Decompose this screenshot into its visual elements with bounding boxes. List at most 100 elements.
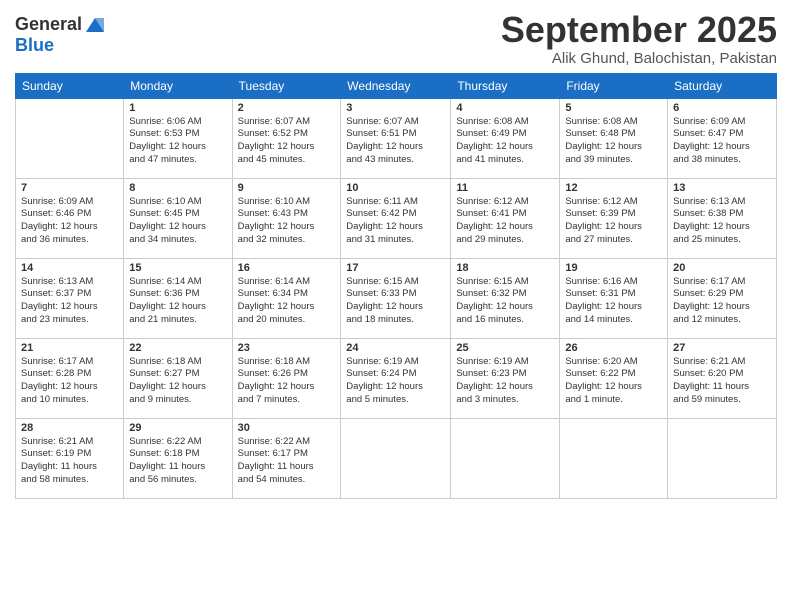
calendar-week-row: 14 Sunrise: 6:13 AMSunset: 6:37 PMDayligh… xyxy=(16,258,777,338)
day-info: Sunrise: 6:14 AMSunset: 6:34 PMDaylight:… xyxy=(238,276,336,327)
calendar-cell: 11Sunrise: 6:12 AMSunset: 6:41 PMDayligh… xyxy=(451,178,560,258)
day-info: Sunrise: 6:09 AMSunset: 6:46 PMDaylight:… xyxy=(21,196,118,247)
calendar-title: September 2025 xyxy=(501,10,777,50)
calendar-cell: 7 Sunrise: 6:09 AMSunset: 6:46 PMDaylight… xyxy=(16,178,124,258)
day-info: Sunrise: 6:07 AMSunset: 6:51 PMDaylight:… xyxy=(346,116,445,167)
day-info: Sunrise: 6:15 AMSunset: 6:33 PMDaylight:… xyxy=(346,276,445,327)
day-info: Sunrise: 6:17 AMSunset: 6:29 PMDaylight:… xyxy=(673,276,771,327)
day-number: 21 xyxy=(21,342,118,354)
calendar-cell: 17 Sunrise: 6:15 AMSunset: 6:33 PMDayligh… xyxy=(341,258,451,338)
page: General Blue September 2025 Alik Ghund, … xyxy=(0,0,792,612)
calendar-cell xyxy=(451,418,560,498)
calendar-week-row: 21 Sunrise: 6:17 AMSunset: 6:28 PMDayligh… xyxy=(16,338,777,418)
logo: General Blue xyxy=(15,14,106,56)
calendar-header-wednesday: Wednesday xyxy=(341,73,451,98)
day-info: Sunrise: 6:14 AMSunset: 6:36 PMDaylight:… xyxy=(129,276,226,327)
day-info: Sunrise: 6:13 AMSunset: 6:37 PMDaylight:… xyxy=(21,276,118,327)
day-number: 3 xyxy=(346,102,445,114)
day-number: 14 xyxy=(21,262,118,274)
calendar-cell: 19Sunrise: 6:16 AMSunset: 6:31 PMDayligh… xyxy=(560,258,668,338)
day-number: 28 xyxy=(21,422,118,434)
day-info: Sunrise: 6:16 AMSunset: 6:31 PMDaylight:… xyxy=(565,276,662,327)
day-number: 8 xyxy=(129,182,226,194)
calendar-cell: 13 Sunrise: 6:13 AMSunset: 6:38 PMDayligh… xyxy=(668,178,777,258)
day-info: Sunrise: 6:06 AMSunset: 6:53 PMDaylight:… xyxy=(129,116,226,167)
calendar-cell: 2Sunrise: 6:07 AMSunset: 6:52 PMDaylight… xyxy=(232,98,341,178)
calendar-cell: 4 Sunrise: 6:08 AMSunset: 6:49 PMDaylight… xyxy=(451,98,560,178)
day-info: Sunrise: 6:08 AMSunset: 6:48 PMDaylight:… xyxy=(565,116,662,167)
day-info: Sunrise: 6:08 AMSunset: 6:49 PMDaylight:… xyxy=(456,116,554,167)
calendar-cell: 3 Sunrise: 6:07 AMSunset: 6:51 PMDaylight… xyxy=(341,98,451,178)
logo-general-text: General xyxy=(15,15,82,35)
day-number: 10 xyxy=(346,182,445,194)
calendar-cell: 8 Sunrise: 6:10 AMSunset: 6:45 PMDaylight… xyxy=(124,178,232,258)
day-info: Sunrise: 6:15 AMSunset: 6:32 PMDaylight:… xyxy=(456,276,554,327)
calendar-header-row: SundayMondayTuesdayWednesdayThursdayFrid… xyxy=(16,73,777,98)
calendar-cell: 24 Sunrise: 6:19 AMSunset: 6:24 PMDayligh… xyxy=(341,338,451,418)
calendar-cell: 27Sunrise: 6:21 AMSunset: 6:20 PMDayligh… xyxy=(668,338,777,418)
calendar-header-saturday: Saturday xyxy=(668,73,777,98)
day-info: Sunrise: 6:17 AMSunset: 6:28 PMDaylight:… xyxy=(21,356,118,407)
calendar-cell xyxy=(560,418,668,498)
day-number: 9 xyxy=(238,182,336,194)
day-info: Sunrise: 6:13 AMSunset: 6:38 PMDaylight:… xyxy=(673,196,771,247)
day-info: Sunrise: 6:10 AMSunset: 6:43 PMDaylight:… xyxy=(238,196,336,247)
logo-blue-text: Blue xyxy=(15,35,54,55)
day-number: 5 xyxy=(565,102,662,114)
calendar-cell: 29Sunrise: 6:22 AMSunset: 6:18 PMDayligh… xyxy=(124,418,232,498)
calendar-cell: 23 Sunrise: 6:18 AMSunset: 6:26 PMDayligh… xyxy=(232,338,341,418)
calendar-cell: 5 Sunrise: 6:08 AMSunset: 6:48 PMDaylight… xyxy=(560,98,668,178)
day-number: 11 xyxy=(456,182,554,194)
day-number: 18 xyxy=(456,262,554,274)
calendar-subtitle: Alik Ghund, Balochistan, Pakistan xyxy=(501,50,777,67)
day-number: 7 xyxy=(21,182,118,194)
calendar-cell: 22Sunrise: 6:18 AMSunset: 6:27 PMDayligh… xyxy=(124,338,232,418)
day-info: Sunrise: 6:22 AMSunset: 6:18 PMDaylight:… xyxy=(129,436,226,487)
day-info: Sunrise: 6:18 AMSunset: 6:26 PMDaylight:… xyxy=(238,356,336,407)
calendar-cell xyxy=(668,418,777,498)
title-block: September 2025 Alik Ghund, Balochistan, … xyxy=(501,10,777,67)
calendar-cell: 18 Sunrise: 6:15 AMSunset: 6:32 PMDayligh… xyxy=(451,258,560,338)
day-number: 27 xyxy=(673,342,771,354)
day-info: Sunrise: 6:19 AMSunset: 6:24 PMDaylight:… xyxy=(346,356,445,407)
calendar-header-friday: Friday xyxy=(560,73,668,98)
day-number: 15 xyxy=(129,262,226,274)
day-info: Sunrise: 6:10 AMSunset: 6:45 PMDaylight:… xyxy=(129,196,226,247)
day-info: Sunrise: 6:09 AMSunset: 6:47 PMDaylight:… xyxy=(673,116,771,167)
calendar-cell: 15 Sunrise: 6:14 AMSunset: 6:36 PMDayligh… xyxy=(124,258,232,338)
calendar-cell xyxy=(16,98,124,178)
calendar-cell: 30Sunrise: 6:22 AMSunset: 6:17 PMDayligh… xyxy=(232,418,341,498)
day-number: 13 xyxy=(673,182,771,194)
day-number: 22 xyxy=(129,342,226,354)
calendar-table: SundayMondayTuesdayWednesdayThursdayFrid… xyxy=(15,73,777,499)
calendar-cell: 1 Sunrise: 6:06 AMSunset: 6:53 PMDaylight… xyxy=(124,98,232,178)
calendar-cell: 12Sunrise: 6:12 AMSunset: 6:39 PMDayligh… xyxy=(560,178,668,258)
day-info: Sunrise: 6:11 AMSunset: 6:42 PMDaylight:… xyxy=(346,196,445,247)
day-number: 6 xyxy=(673,102,771,114)
day-number: 4 xyxy=(456,102,554,114)
calendar-header-monday: Monday xyxy=(124,73,232,98)
day-number: 1 xyxy=(129,102,226,114)
calendar-cell: 6 Sunrise: 6:09 AMSunset: 6:47 PMDaylight… xyxy=(668,98,777,178)
calendar-week-row: 1 Sunrise: 6:06 AMSunset: 6:53 PMDaylight… xyxy=(16,98,777,178)
day-number: 26 xyxy=(565,342,662,354)
day-number: 24 xyxy=(346,342,445,354)
calendar-cell: 9 Sunrise: 6:10 AMSunset: 6:43 PMDaylight… xyxy=(232,178,341,258)
day-info: Sunrise: 6:20 AMSunset: 6:22 PMDaylight:… xyxy=(565,356,662,407)
day-number: 16 xyxy=(238,262,336,274)
header: General Blue September 2025 Alik Ghund, … xyxy=(15,10,777,67)
calendar-cell: 16 Sunrise: 6:14 AMSunset: 6:34 PMDayligh… xyxy=(232,258,341,338)
day-number: 23 xyxy=(238,342,336,354)
day-info: Sunrise: 6:12 AMSunset: 6:39 PMDaylight:… xyxy=(565,196,662,247)
day-info: Sunrise: 6:07 AMSunset: 6:52 PMDaylight:… xyxy=(238,116,336,167)
day-number: 25 xyxy=(456,342,554,354)
day-info: Sunrise: 6:19 AMSunset: 6:23 PMDaylight:… xyxy=(456,356,554,407)
calendar-header-sunday: Sunday xyxy=(16,73,124,98)
calendar-header-thursday: Thursday xyxy=(451,73,560,98)
calendar-cell: 21 Sunrise: 6:17 AMSunset: 6:28 PMDayligh… xyxy=(16,338,124,418)
calendar-cell: 20Sunrise: 6:17 AMSunset: 6:29 PMDayligh… xyxy=(668,258,777,338)
day-info: Sunrise: 6:21 AMSunset: 6:19 PMDaylight:… xyxy=(21,436,118,487)
calendar-week-row: 28 Sunrise: 6:21 AMSunset: 6:19 PMDayligh… xyxy=(16,418,777,498)
day-number: 17 xyxy=(346,262,445,274)
logo-icon xyxy=(84,14,106,36)
